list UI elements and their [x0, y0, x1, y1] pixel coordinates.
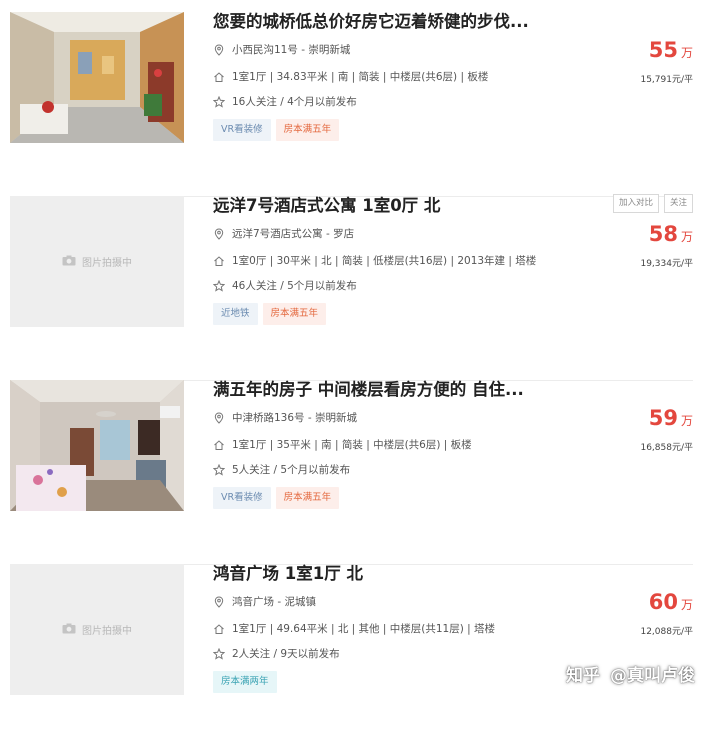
listing-position: 远洋7号酒店式公寓 - 罗店	[213, 226, 354, 241]
follow-button[interactable]: 关注	[663, 194, 693, 213]
listing-actions: 加入对比 关注	[612, 194, 693, 213]
total-price: 55 万	[649, 38, 693, 62]
compare-button[interactable]: 加入对比	[612, 194, 659, 213]
unit-price: 19,334元/平	[640, 259, 693, 269]
unit-price: 12,088元/平	[640, 627, 693, 637]
listing-follow-info: 46人关注 / 5个月以前发布	[213, 278, 357, 293]
house-icon	[213, 255, 225, 267]
listing-item: 满五年的房子 中间楼层看房方便的 自住... 中津桥路136号 - 崇明新城 1…	[10, 378, 693, 565]
listing-follow-info: 16人关注 / 4个月以前发布	[213, 94, 357, 109]
tag-vr: VR看装修	[213, 119, 271, 141]
listing-house-info: 1室1厅 | 35平米 | 南 | 简装 | 中楼层(共6层) | 板楼	[213, 437, 472, 452]
watermark: 知乎 @真叫卢俊	[566, 661, 695, 686]
camera-icon	[62, 623, 76, 637]
house-icon	[213, 623, 225, 635]
listing-tags: 近地铁 房本满五年	[213, 303, 327, 325]
listing-house-info: 1室0厅 | 30平米 | 北 | 简装 | 低楼层(共16层) | 2013年…	[213, 253, 536, 268]
position-link[interactable]: 鸿音广场 - 泥城镇	[232, 594, 316, 609]
placeholder-text: 图片拍摄中	[82, 626, 132, 637]
tag-vr: VR看装修	[213, 487, 271, 509]
price-number: 60	[648, 590, 678, 614]
listing-title[interactable]: 鸿音广场 1室1厅 北	[213, 562, 543, 586]
listing-item: 图片拍摄中 远洋7号酒店式公寓 1室0厅 北 加入对比 关注 远洋7号酒店式公寓…	[10, 194, 693, 381]
listing-item: 图片拍摄中 鸿音广场 1室1厅 北 鸿音广场 - 泥城镇 1室1厅 | 49.6…	[10, 564, 693, 730]
star-icon	[213, 95, 225, 108]
listing-photo[interactable]	[10, 12, 184, 143]
listing-follow-info: 2人关注 / 9天以前发布	[213, 646, 340, 661]
total-price: 60 万	[649, 590, 693, 614]
star-icon	[213, 647, 225, 660]
watermark-author: @真叫卢俊	[610, 666, 695, 686]
tag-five-years: 房本满五年	[262, 303, 327, 325]
placeholder-text: 图片拍摄中	[82, 258, 132, 269]
listing-title[interactable]: 满五年的房子 中间楼层看房方便的 自住...	[213, 378, 543, 402]
position-link[interactable]: 小西民沟11号 - 崇明新城	[232, 42, 350, 57]
photo-placeholder: 图片拍摄中	[62, 622, 132, 637]
listing-position: 鸿音广场 - 泥城镇	[213, 594, 316, 609]
price-unit: 万	[680, 598, 693, 612]
price-number: 59	[648, 406, 678, 430]
location-pin-icon	[213, 43, 225, 56]
tag-five-years: 房本满五年	[275, 487, 340, 509]
listing-photo[interactable]: 图片拍摄中	[10, 196, 184, 327]
total-price: 58 万	[649, 222, 693, 246]
house-icon	[213, 439, 225, 451]
listing-item: 您要的城桥低总价好房它迈着矫健的步伐... 小西民沟11号 - 崇明新城 1室1…	[10, 10, 693, 197]
star-icon	[213, 279, 225, 292]
room-photo-image	[10, 12, 184, 143]
follow-info-text: 2人关注 / 9天以前发布	[232, 648, 340, 660]
camera-icon	[62, 255, 76, 269]
listing-title[interactable]: 远洋7号酒店式公寓 1室0厅 北	[213, 194, 543, 218]
photo-placeholder: 图片拍摄中	[62, 254, 132, 269]
position-link[interactable]: 中津桥路136号 - 崇明新城	[232, 410, 357, 425]
position-link[interactable]: 远洋7号酒店式公寓 - 罗店	[232, 226, 354, 241]
listing-position: 中津桥路136号 - 崇明新城	[213, 410, 357, 425]
star-icon	[213, 463, 225, 476]
house-info-text: 1室1厅 | 49.64平米 | 北 | 其他 | 中楼层(共11层) | 塔楼	[232, 623, 496, 635]
listing-photo[interactable]	[10, 380, 184, 511]
listing-house-info: 1室1厅 | 34.83平米 | 南 | 简装 | 中楼层(共6层) | 板楼	[213, 69, 488, 84]
follow-info-text: 16人关注 / 4个月以前发布	[232, 96, 357, 108]
tag-five-years: 房本满五年	[275, 119, 340, 141]
listing-title[interactable]: 您要的城桥低总价好房它迈着矫健的步伐...	[213, 10, 543, 34]
watermark-site: 知乎	[566, 666, 600, 686]
price-unit: 万	[680, 230, 693, 244]
tag-two-years: 房本满两年	[213, 671, 277, 693]
listing-position: 小西民沟11号 - 崇明新城	[213, 42, 350, 57]
listing-tags: VR看装修 房本满五年	[213, 487, 340, 509]
house-icon	[213, 71, 225, 83]
price-unit: 万	[680, 414, 693, 428]
house-info-text: 1室0厅 | 30平米 | 北 | 简装 | 低楼层(共16层) | 2013年…	[232, 255, 537, 267]
location-pin-icon	[213, 411, 225, 424]
follow-info-text: 46人关注 / 5个月以前发布	[232, 280, 357, 292]
house-info-text: 1室1厅 | 34.83平米 | 南 | 简装 | 中楼层(共6层) | 板楼	[232, 71, 489, 83]
listing-follow-info: 5人关注 / 5个月以前发布	[213, 462, 350, 477]
listing-tags: 房本满两年	[213, 671, 277, 693]
price-number: 58	[648, 222, 678, 246]
price-number: 55	[648, 38, 678, 62]
unit-price: 15,791元/平	[640, 75, 693, 85]
tag-subway: 近地铁	[213, 303, 258, 325]
listing-tags: VR看装修 房本满五年	[213, 119, 340, 141]
price-unit: 万	[680, 46, 693, 60]
listing-photo[interactable]: 图片拍摄中	[10, 564, 184, 695]
room-photo-2-image	[10, 380, 184, 511]
unit-price: 16,858元/平	[640, 443, 693, 453]
listing-house-info: 1室1厅 | 49.64平米 | 北 | 其他 | 中楼层(共11层) | 塔楼	[213, 621, 495, 636]
location-pin-icon	[213, 227, 225, 240]
location-pin-icon	[213, 595, 225, 608]
total-price: 59 万	[649, 406, 693, 430]
house-info-text: 1室1厅 | 35平米 | 南 | 简装 | 中楼层(共6层) | 板楼	[232, 439, 472, 451]
follow-info-text: 5人关注 / 5个月以前发布	[232, 464, 351, 476]
